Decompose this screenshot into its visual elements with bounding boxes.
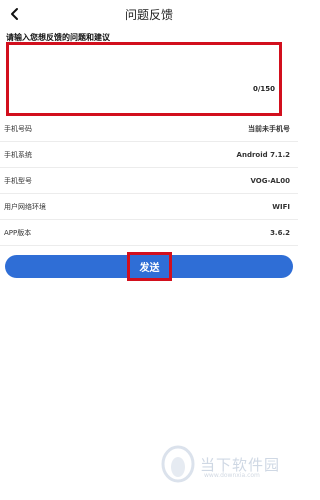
back-button[interactable] <box>4 3 26 25</box>
info-row-phone: 手机号码 当前未手机号 <box>0 116 298 142</box>
info-row-model: 手机型号 VOG-AL00 <box>0 168 298 194</box>
info-value: WIFI <box>272 202 290 211</box>
info-value: 3.6.2 <box>270 228 290 237</box>
feedback-textarea[interactable]: 0/150 <box>6 42 282 116</box>
top-bar: 问题反馈 <box>0 0 298 28</box>
page-title: 问题反馈 <box>124 7 173 22</box>
watermark-logo-icon <box>161 445 195 483</box>
info-row-app-version: APP版本 3.6.2 <box>0 220 298 246</box>
info-label: 用户网络环境 <box>4 202 46 211</box>
info-label: 手机号码 <box>4 124 32 133</box>
device-info-list: 手机号码 当前未手机号 手机系统 Android 7.1.2 手机型号 VOG-… <box>0 116 298 246</box>
char-counter: 0/150 <box>252 85 275 93</box>
info-value: Android 7.1.2 <box>236 150 290 159</box>
send-button-label[interactable]: 发送 <box>127 252 172 281</box>
info-label: APP版本 <box>4 228 32 237</box>
back-chevron-icon <box>11 8 18 20</box>
info-row-network: 用户网络环境 WIFI <box>0 194 298 220</box>
watermark: 当下软件园 www.downxia.com <box>160 444 292 484</box>
info-label: 手机型号 <box>4 176 32 185</box>
info-value: 当前未手机号 <box>248 124 290 133</box>
info-value: VOG-AL00 <box>250 176 290 185</box>
info-row-os: 手机系统 Android 7.1.2 <box>0 142 298 168</box>
watermark-url: www.downxia.com <box>204 472 260 479</box>
info-label: 手机系统 <box>4 150 32 159</box>
